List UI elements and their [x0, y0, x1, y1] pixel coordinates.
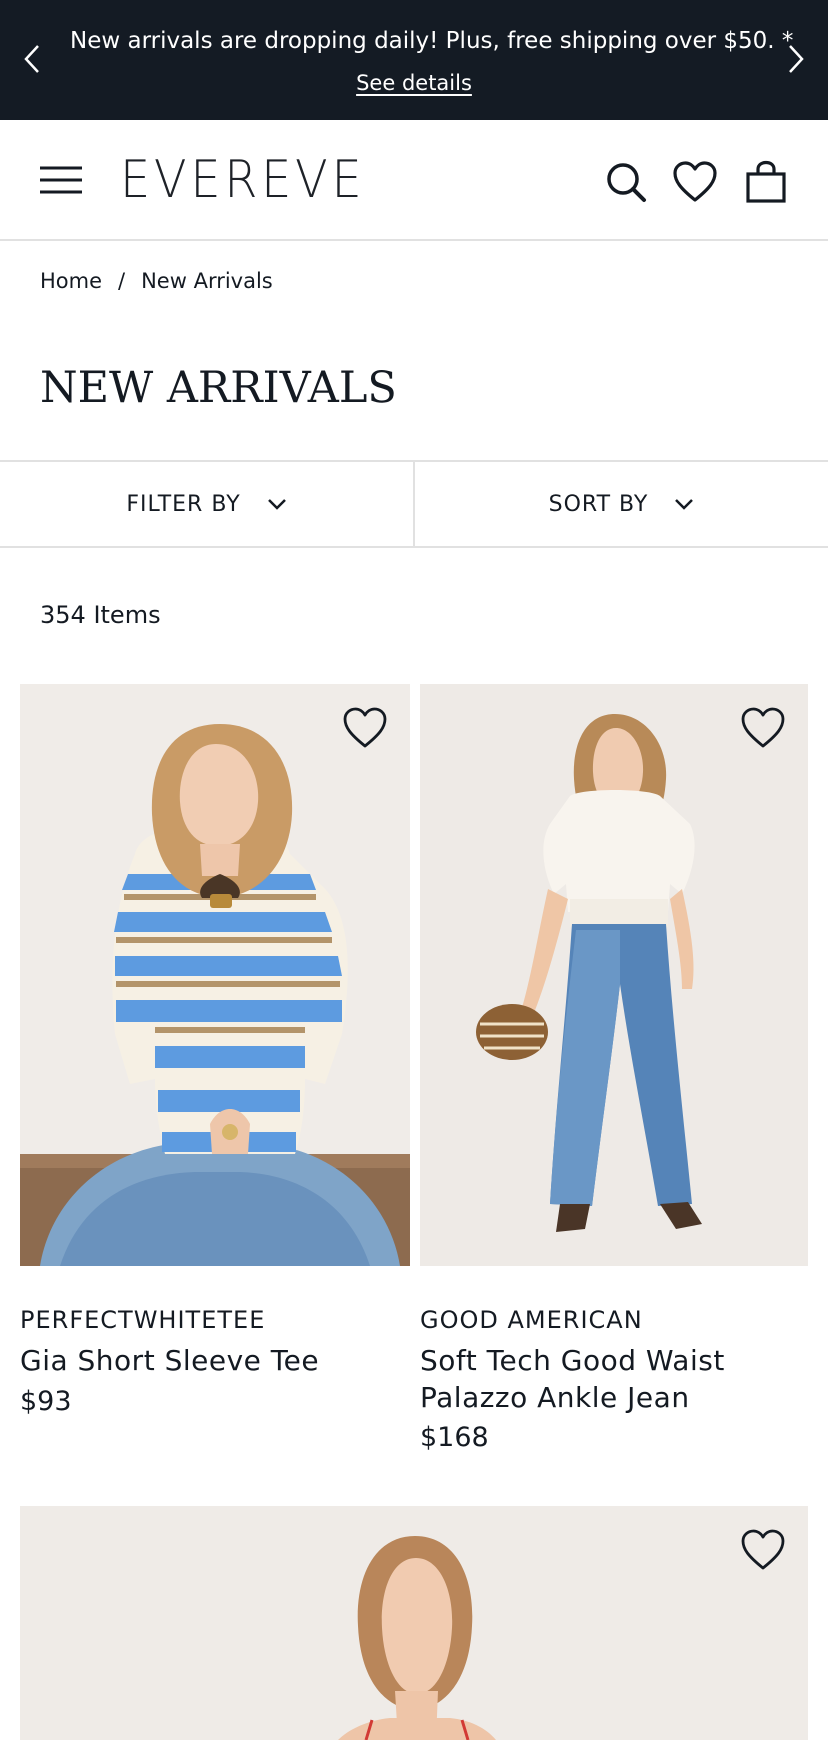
- hamburger-menu-icon: [40, 166, 82, 194]
- site-header: EVEREVE: [0, 120, 828, 241]
- product-card[interactable]: GOOD AMERICAN Soft Tech Good Waist Palaz…: [420, 684, 808, 1454]
- see-details-link[interactable]: See details: [356, 71, 472, 95]
- chevron-right-icon: [789, 45, 804, 73]
- page-title: NEW ARRIVALS: [40, 363, 397, 413]
- heart-icon: [673, 161, 717, 202]
- sort-by-label: SORT BY: [548, 491, 649, 517]
- product-price: $93: [20, 1386, 72, 1417]
- breadcrumb: Home / New Arrivals: [40, 266, 273, 296]
- heart-icon: [343, 707, 387, 748]
- product-card[interactable]: [20, 1506, 808, 1740]
- shopping-bag-button[interactable]: [744, 160, 788, 204]
- wishlist-button[interactable]: [672, 160, 718, 204]
- heart-icon: [741, 707, 785, 748]
- product-photo: [20, 684, 410, 1266]
- product-brand: GOOD AMERICAN: [420, 1306, 643, 1334]
- product-image[interactable]: [420, 684, 808, 1266]
- product-photo: [20, 1506, 808, 1740]
- item-count: 354 Items: [40, 601, 161, 629]
- add-to-wishlist-button[interactable]: [740, 706, 786, 752]
- breadcrumb-separator: /: [118, 269, 126, 293]
- search-button[interactable]: [604, 160, 648, 204]
- product-brand: PERFECTWHITETEE: [20, 1306, 266, 1334]
- breadcrumb-current[interactable]: New Arrivals: [141, 266, 273, 296]
- promo-banner: New arrivals are dropping daily! Plus, f…: [0, 0, 828, 120]
- filter-sort-bar: FILTER BY SORT BY: [0, 460, 828, 548]
- product-photo: [420, 684, 808, 1266]
- search-icon: [607, 163, 646, 202]
- add-to-wishlist-button[interactable]: [740, 1528, 786, 1574]
- shopping-bag-icon: [746, 160, 786, 203]
- add-to-wishlist-button[interactable]: [342, 706, 388, 752]
- product-image[interactable]: [20, 1506, 808, 1740]
- product-name[interactable]: Gia Short Sleeve Tee: [20, 1342, 410, 1379]
- sort-by-button[interactable]: SORT BY: [413, 462, 828, 546]
- site-logo[interactable]: EVEREVE: [120, 148, 365, 212]
- product-image[interactable]: [20, 684, 410, 1266]
- filter-by-label: FILTER BY: [126, 491, 241, 517]
- promo-next-button[interactable]: [782, 42, 810, 76]
- chevron-down-icon: [675, 499, 694, 510]
- chevron-down-icon: [267, 499, 286, 510]
- heart-icon: [741, 1529, 785, 1570]
- menu-button[interactable]: [38, 164, 86, 198]
- promo-message: New arrivals are dropping daily! Plus, f…: [70, 28, 794, 54]
- product-price: $168: [420, 1422, 489, 1453]
- breadcrumb-home[interactable]: Home: [40, 266, 102, 296]
- product-name[interactable]: Soft Tech Good Waist Palazzo Ankle Jean: [420, 1342, 760, 1416]
- product-card[interactable]: PERFECTWHITETEE Gia Short Sleeve Tee $93: [20, 684, 410, 1424]
- filter-by-button[interactable]: FILTER BY: [0, 462, 413, 546]
